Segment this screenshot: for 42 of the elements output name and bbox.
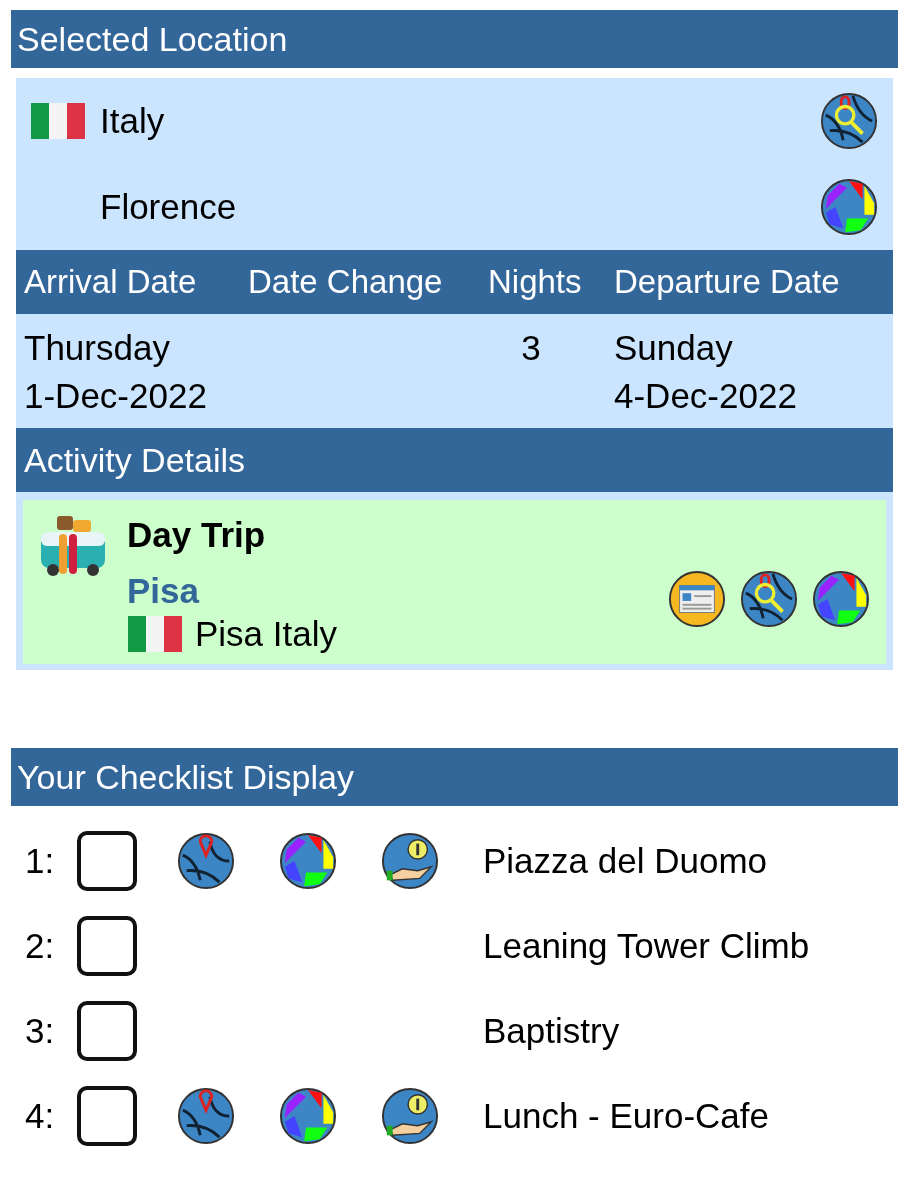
activity-place: Pisa Italy xyxy=(195,614,337,654)
item-number: 1: xyxy=(25,840,56,881)
table-cell: Thursday xyxy=(24,328,170,367)
item-number: 4: xyxy=(25,1095,56,1136)
map-pin-icon[interactable] xyxy=(177,1086,235,1145)
checkbox[interactable] xyxy=(77,1000,137,1061)
checklist-item-label: Piazza del Duomo xyxy=(483,840,768,881)
column-header: Departure Date xyxy=(614,263,840,300)
checklist-item-label: Leaning Tower Climb xyxy=(483,925,810,966)
item-number: 3: xyxy=(25,1010,56,1051)
pinwheel-icon[interactable] xyxy=(279,831,337,890)
checkbox[interactable] xyxy=(77,915,137,976)
checklist-item-label: Baptistry xyxy=(483,1010,620,1051)
map-search-icon[interactable] xyxy=(740,570,798,628)
activity-name: Pisa xyxy=(127,570,201,612)
hand-coin-icon[interactable] xyxy=(381,1086,439,1145)
column-header: Arrival Date xyxy=(24,263,197,300)
map-search-icon[interactable] xyxy=(820,92,878,150)
newspaper-icon[interactable] xyxy=(668,570,726,628)
location-name: Florence xyxy=(100,187,237,226)
section-header: Activity Details xyxy=(16,428,893,492)
pinwheel-icon[interactable] xyxy=(279,1086,337,1145)
activity-category: Day Trip xyxy=(127,514,267,556)
pinwheel-icon[interactable] xyxy=(812,570,870,628)
table-cell: 4-Dec-2022 xyxy=(614,376,797,415)
italy-flag-icon xyxy=(30,103,86,139)
section-header: Your Checklist Display xyxy=(11,748,898,806)
table-cell: 3 xyxy=(521,328,541,367)
table-cell: 1-Dec-2022 xyxy=(24,376,207,415)
italy-flag-icon xyxy=(127,616,183,652)
section-header: Selected Location xyxy=(11,10,898,68)
column-header: Date Change xyxy=(248,263,443,300)
checklist-item-label: Lunch - Euro-Cafe xyxy=(483,1095,769,1136)
pinwheel-icon[interactable] xyxy=(820,178,878,236)
hand-coin-icon[interactable] xyxy=(381,831,439,890)
column-header: Nights xyxy=(488,263,582,300)
checkbox[interactable] xyxy=(77,830,137,891)
table-cell: Sunday xyxy=(614,328,733,367)
checkbox[interactable] xyxy=(77,1085,137,1146)
map-pin-icon[interactable] xyxy=(177,831,235,890)
location-name: Italy xyxy=(100,101,165,140)
item-number: 2: xyxy=(25,925,56,966)
